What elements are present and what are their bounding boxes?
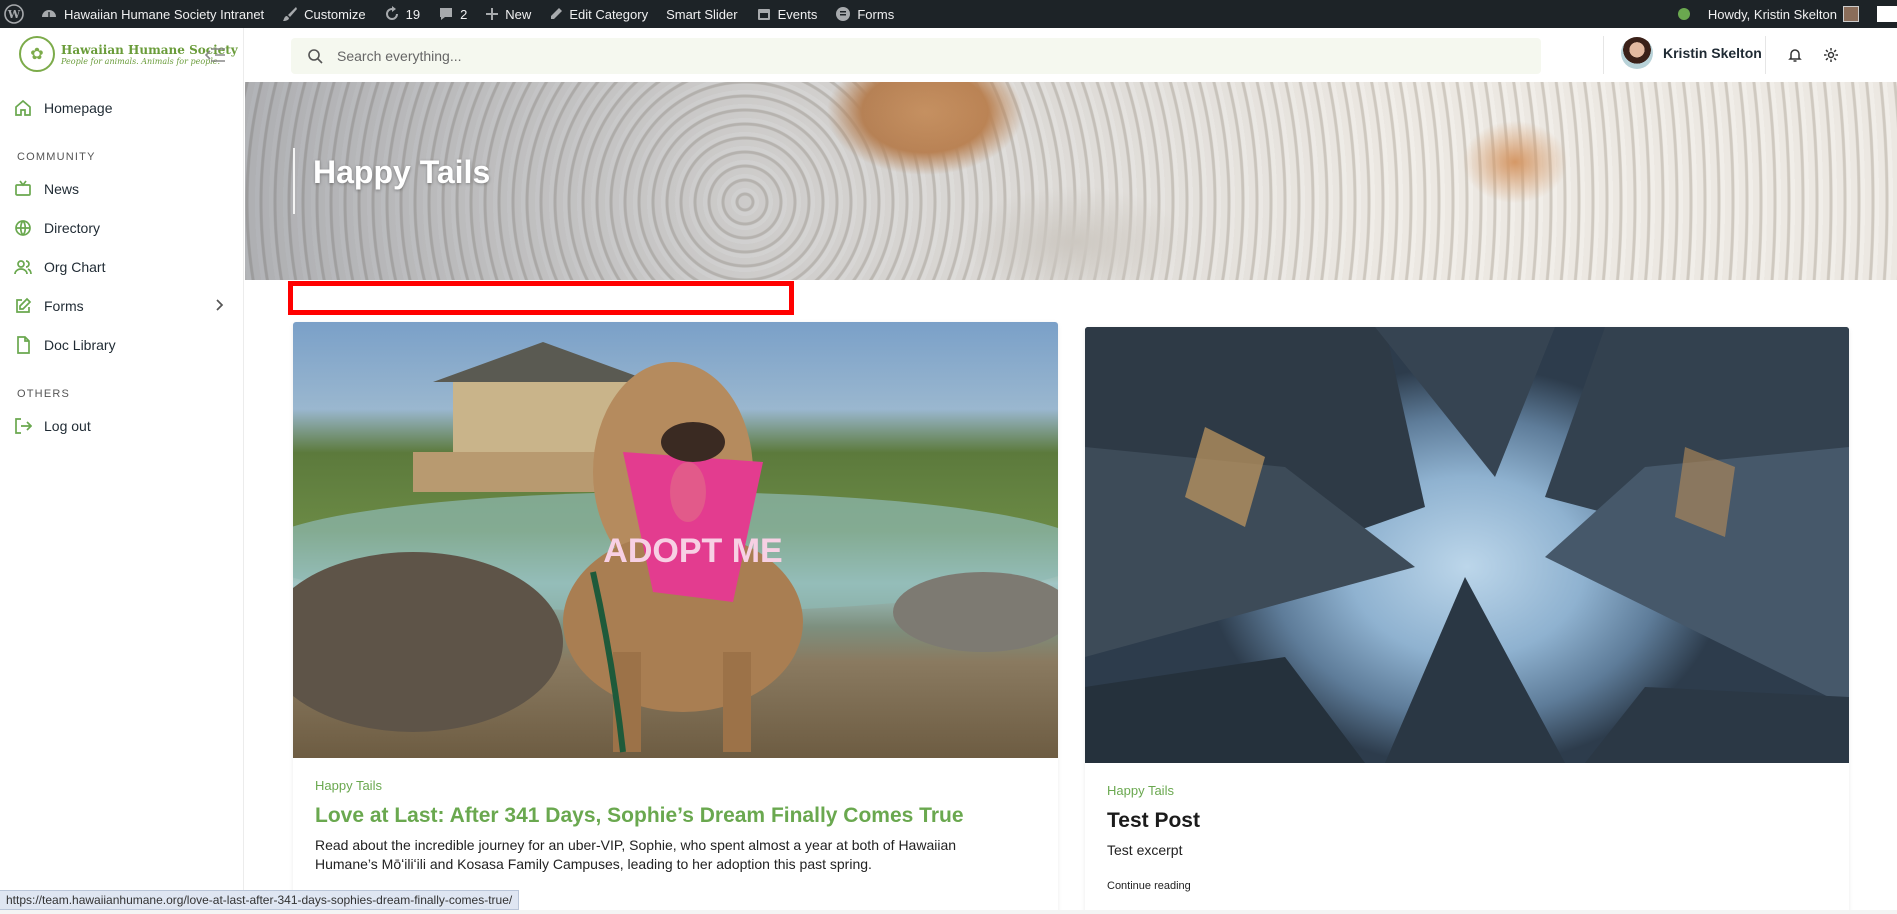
calendar-icon bbox=[757, 9, 770, 20]
comments-link[interactable]: 2 bbox=[430, 0, 477, 28]
sidebar-item-forms[interactable]: Forms bbox=[0, 286, 244, 325]
new-content-link[interactable]: New bbox=[477, 0, 541, 28]
adopt-me-text: ADOPT ME bbox=[603, 532, 782, 570]
bell-icon[interactable] bbox=[1785, 45, 1805, 65]
gear-icon[interactable] bbox=[1821, 45, 1841, 65]
wp-admin-bar: W Hawaiian Humane Society Intranet Custo… bbox=[0, 0, 1897, 28]
comment-icon bbox=[440, 8, 453, 20]
post-category-link[interactable]: Happy Tails bbox=[315, 778, 1036, 793]
plus-icon bbox=[486, 8, 499, 20]
customize-link[interactable]: Customize bbox=[274, 0, 375, 28]
customize-label: Customize bbox=[304, 6, 366, 22]
howdy-text: Howdy, Kristin Skelton bbox=[1707, 6, 1837, 22]
header-divider bbox=[1603, 36, 1604, 74]
admin-bar-edge bbox=[1877, 6, 1897, 22]
forms-icon bbox=[836, 7, 851, 21]
post-excerpt: Test excerpt bbox=[1107, 842, 1183, 858]
post-card[interactable]: ADOPT ME Happy Tails Love at Last: After… bbox=[293, 322, 1058, 914]
forms-link[interactable]: Forms bbox=[827, 0, 904, 28]
paw-logo-icon: ✿ bbox=[19, 36, 55, 72]
top-header: Kristin Skelton bbox=[245, 28, 1897, 82]
logout-icon bbox=[15, 417, 32, 434]
post-excerpt: Read about the incredible journey for an… bbox=[315, 836, 1036, 874]
sidebar-item-org-chart[interactable]: Org Chart bbox=[0, 247, 244, 286]
events-label: Events bbox=[777, 6, 818, 22]
sidebar-item-label: Directory bbox=[44, 219, 101, 236]
svg-text:W: W bbox=[7, 8, 21, 21]
sidebar-item-log-out[interactable]: Log out bbox=[0, 406, 244, 445]
updates-count: 19 bbox=[405, 6, 421, 22]
post-image-dog[interactable]: ADOPT ME bbox=[293, 322, 1058, 758]
edit-icon bbox=[16, 297, 32, 313]
site-name-link[interactable]: Hawaiian Humane Society Intranet bbox=[32, 0, 274, 28]
new-label: New bbox=[505, 6, 532, 22]
admin-avatar bbox=[1843, 6, 1859, 22]
events-link[interactable]: Events bbox=[748, 0, 828, 28]
users-icon bbox=[14, 259, 32, 274]
post-category-link[interactable]: Happy Tails bbox=[1107, 783, 1827, 798]
my-account-link[interactable]: Howdy, Kristin Skelton bbox=[1700, 0, 1869, 28]
section-community: COMMUNITY bbox=[17, 151, 96, 163]
bottom-edge bbox=[0, 910, 1897, 914]
dashboard-icon bbox=[42, 10, 56, 17]
sidebar-item-label: News bbox=[44, 180, 80, 197]
search-input[interactable] bbox=[337, 48, 1337, 64]
edit-category-label: Edit Category bbox=[569, 6, 649, 22]
smart-slider-label: Smart Slider bbox=[666, 6, 738, 22]
section-others: OTHERS bbox=[17, 388, 71, 400]
update-icon bbox=[385, 6, 398, 20]
browser-status-bar: https://team.hawaiianhumane.org/love-at-… bbox=[0, 890, 520, 910]
post-image-skyscrapers[interactable] bbox=[1085, 327, 1849, 763]
wordpress-logo-icon[interactable]: W bbox=[0, 0, 32, 28]
home-icon bbox=[15, 99, 31, 116]
smart-slider-link[interactable]: Smart Slider bbox=[658, 0, 748, 28]
continue-reading-link[interactable]: Continue reading bbox=[1107, 880, 1827, 892]
forms-label: Forms bbox=[857, 6, 895, 22]
sidebar-item-news[interactable]: News bbox=[0, 169, 244, 208]
comments-count: 2 bbox=[460, 6, 468, 22]
site-name: Hawaiian Humane Society Intranet bbox=[64, 6, 265, 22]
notification-dot-icon[interactable] bbox=[1670, 0, 1700, 28]
pencil-icon bbox=[551, 8, 563, 19]
header-divider bbox=[1765, 36, 1766, 74]
avatar bbox=[1621, 37, 1653, 69]
edit-category-link[interactable]: Edit Category bbox=[541, 0, 658, 28]
post-card-body: Happy Tails Love at Last: After 341 Days… bbox=[315, 778, 1036, 874]
sidebar-item-label: Forms bbox=[44, 297, 84, 314]
sidebar-item-directory[interactable]: Directory bbox=[0, 208, 244, 247]
tv-icon bbox=[15, 179, 31, 196]
globe-icon bbox=[15, 219, 31, 236]
user-menu[interactable]: Kristin Skelton bbox=[1621, 37, 1762, 69]
excerpt-line: Read about the incredible journey for an… bbox=[315, 837, 957, 853]
post-card-body: Happy Tails Test Post Test excerpt Conti… bbox=[1107, 783, 1827, 892]
updates-link[interactable]: 19 bbox=[376, 0, 430, 28]
sidebar: ✿ Hawaiian Humane Society People for ani… bbox=[0, 28, 244, 914]
search-bar[interactable] bbox=[291, 38, 1541, 74]
post-card[interactable]: Happy Tails Test Post Test excerpt Conti… bbox=[1085, 327, 1849, 914]
page-title: Happy Tails bbox=[313, 154, 491, 190]
search-icon bbox=[308, 49, 323, 64]
user-name: Kristin Skelton bbox=[1663, 45, 1762, 61]
sidebar-item-label: Doc Library bbox=[44, 336, 116, 353]
excerpt-line: Humane’s Mōʻiliʻili and Kosasa Family Ca… bbox=[315, 856, 872, 872]
sidebar-item-label: Homepage bbox=[44, 99, 113, 116]
highlight-box bbox=[288, 281, 794, 315]
file-icon bbox=[17, 335, 30, 354]
collapse-sidebar-icon[interactable] bbox=[204, 44, 228, 66]
sidebar-item-label: Org Chart bbox=[44, 258, 106, 275]
sidebar-item-doc-library[interactable]: Doc Library bbox=[0, 325, 244, 364]
chevron-right-icon[interactable] bbox=[214, 299, 224, 311]
sidebar-item-homepage[interactable]: Homepage bbox=[0, 88, 244, 127]
brush-icon bbox=[283, 7, 298, 21]
sidebar-item-label: Log out bbox=[44, 417, 91, 434]
post-title-link[interactable]: Test Post bbox=[1107, 809, 1827, 833]
post-title-link[interactable]: Love at Last: After 341 Days, Sophie’s D… bbox=[315, 804, 1036, 828]
category-hero-banner: Happy Tails bbox=[245, 82, 1897, 280]
hero-accent-bar bbox=[293, 148, 295, 214]
sidebar-nav: Homepage COMMUNITY News Directory Org Ch… bbox=[0, 88, 244, 445]
